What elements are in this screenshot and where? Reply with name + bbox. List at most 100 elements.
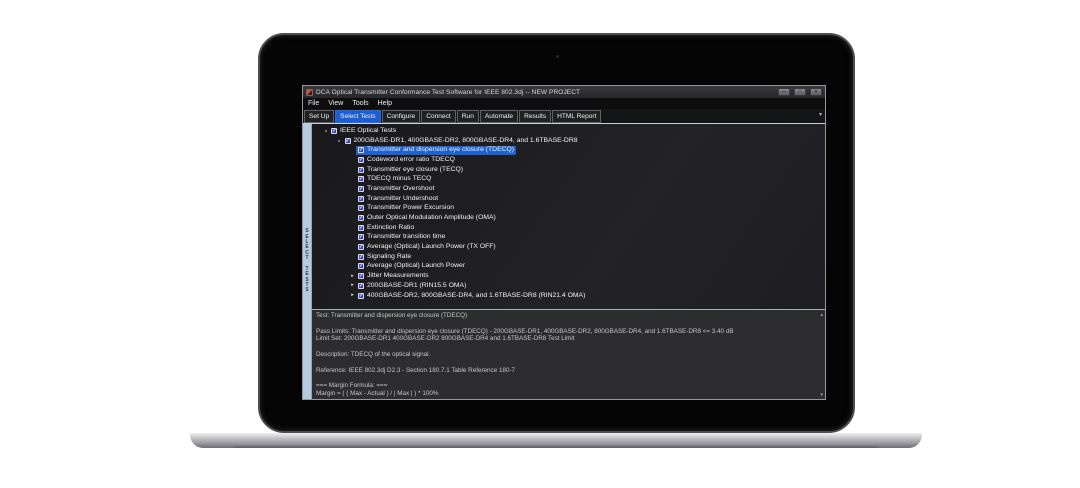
menu-item-file[interactable]: File	[308, 99, 319, 109]
tree-row[interactable]: ▸ ✓400GBASE-DR2, 800GBASE-DR4, and 1.6TBA…	[349, 291, 825, 301]
tree-row[interactable]: ✓TDECQ minus TECQ	[349, 174, 825, 184]
checkbox-checked-icon[interactable]: ✓	[358, 176, 364, 182]
checkbox-checked-icon[interactable]: ✓	[345, 138, 351, 144]
tree-row-highlight: ✓Signaling Rate	[356, 252, 413, 261]
checkbox-checked-icon[interactable]: ✓	[358, 234, 364, 240]
tree-row-highlight: ✓200GBASE-DR1 (RIN15.5 OMA)	[356, 282, 468, 291]
close-button[interactable]: ✕	[810, 88, 822, 96]
tree-row-label: Transmitter eye closure (TECQ)	[367, 166, 463, 174]
tree-row-highlight: ✓IEEE Optical Tests	[329, 127, 398, 136]
tab-results[interactable]: Results	[519, 110, 551, 123]
tree-row[interactable]: ✓Extinction Ratio	[349, 223, 825, 233]
tree-row-label: Codeword error ratio TDECQ	[367, 156, 455, 164]
tab-bar: Set UpSelect TestsConfigureConnectRunAut…	[303, 109, 825, 123]
tree-row-label: Average (Optical) Launch Power (TX OFF)	[367, 243, 496, 251]
tree-row[interactable]: ✓Average (Optical) Launch Power (TX OFF)	[349, 242, 825, 252]
tree-row[interactable]: ✓Average (Optical) Launch Power	[349, 262, 825, 272]
tree-row[interactable]: ▸✓200GBASE-DR1 (RIN15.5 OMA)	[349, 281, 825, 291]
checkbox-checked-icon[interactable]: ✓	[358, 215, 364, 221]
tree-row-highlight: ✓TDECQ minus TECQ	[356, 175, 433, 184]
expander-dot-icon[interactable]	[322, 130, 329, 132]
app-icon	[306, 89, 313, 96]
tree-row-label: Signaling Rate	[367, 253, 411, 261]
description-line: === Margin Formula: ===	[316, 382, 815, 390]
menu-bar: File View Tools Help	[303, 98, 825, 109]
tree-row[interactable]: ✓Transmitter Power Excursion	[349, 204, 825, 214]
expander-arrow-icon: ▸	[351, 293, 354, 298]
page: DCA Optical Transmitter Conformance Test…	[0, 0, 1080, 488]
description-line	[316, 359, 815, 367]
tab-automate[interactable]: Automate	[480, 110, 518, 123]
tree-row-label: 200GBASE-DR1 (RIN15.5 OMA)	[367, 282, 466, 290]
expander-dot-icon	[338, 140, 340, 142]
tree-row-highlight: ✓Extinction Ratio	[356, 223, 416, 232]
expander-arrow-icon[interactable]: ▸	[349, 293, 356, 298]
tree-row[interactable]: ✓Transmitter transition time	[349, 233, 825, 243]
test-tree: ✓IEEE Optical Tests✓200GBASE-DR1, 400GBA…	[312, 124, 825, 309]
tree-row-highlight: ✓Average (Optical) Launch Power	[356, 262, 467, 271]
menu-item-tools[interactable]: Tools	[352, 99, 368, 109]
expander-dot-icon[interactable]	[336, 140, 343, 142]
checkbox-checked-icon[interactable]: ✓	[358, 157, 364, 163]
tab-run[interactable]: Run	[457, 110, 479, 123]
expander-arrow-icon[interactable]: ▸	[349, 283, 356, 288]
tree-row[interactable]: ✓Transmitter and dispersion eye closure …	[349, 145, 825, 155]
expander-arrow-icon: ▸	[351, 283, 354, 288]
minimize-button[interactable]: —	[778, 88, 790, 96]
tab-configure[interactable]: Configure	[382, 110, 421, 123]
tree-row-highlight: ✓Transmitter eye closure (TECQ)	[356, 165, 465, 174]
tab-connect[interactable]: Connect	[421, 110, 456, 123]
menu-item-view[interactable]: View	[328, 99, 343, 109]
menu-item-help[interactable]: Help	[378, 99, 392, 109]
tree-row-label: Jitter Measurements	[367, 272, 429, 280]
checkbox-checked-icon[interactable]: ✓	[358, 196, 364, 202]
description-panel: ▲ ▼ Test: Transmitter and dispersion eye…	[303, 309, 825, 399]
tree-row-highlight: ✓200GBASE-DR1, 400GBASE-DR2, 800GBASE-DR…	[343, 136, 580, 145]
checkbox-checked-icon[interactable]: ✓	[358, 186, 364, 192]
checkbox-checked-icon[interactable]: ✓	[331, 128, 337, 134]
select-tests-side-tab[interactable]: SELECTTESTS	[303, 124, 312, 399]
checkbox-checked-icon[interactable]: ✓	[358, 273, 364, 279]
checkbox-checked-icon[interactable]: ✓	[358, 225, 364, 231]
tree-row-label: 400GBASE-DR2, 800GBASE-DR4, and 1.6TBASE…	[367, 292, 585, 300]
checkbox-checked-icon[interactable]: ✓	[358, 263, 364, 269]
tree-row[interactable]: ✓Transmitter Overshoot	[349, 184, 825, 194]
tree-row[interactable]: ▸✓Jitter Measurements	[349, 271, 825, 281]
window-title: DCA Optical Transmitter Conformance Test…	[316, 89, 774, 96]
description-line: Description: TDECQ of the optical signal…	[316, 351, 815, 359]
checkbox-checked-icon[interactable]: ✓	[358, 167, 364, 173]
tab-select-tests[interactable]: Select Tests	[335, 110, 380, 123]
description-line: Reference: IEEE 802.3dj D2.3 - Section 1…	[316, 367, 815, 375]
tree-row-highlight: ✓Transmitter Undershoot	[356, 194, 440, 203]
tree-row[interactable]: ✓Outer Optical Modulation Amplitude (OMA…	[349, 213, 825, 223]
tree-row-highlight: ✓Transmitter transition time	[356, 233, 447, 242]
scroll-down-icon[interactable]: ▼	[820, 392, 824, 397]
tab-set-up[interactable]: Set Up	[304, 110, 334, 123]
checkbox-checked-icon[interactable]: ✓	[358, 147, 364, 153]
scroll-up-icon[interactable]: ▲	[820, 312, 824, 317]
tree-row-label: TDECQ minus TECQ	[367, 175, 431, 183]
tree-row-label: Transmitter Power Excursion	[367, 204, 454, 212]
checkbox-checked-icon[interactable]: ✓	[358, 244, 364, 250]
checkbox-checked-icon[interactable]: ✓	[358, 254, 364, 260]
tree-row[interactable]: ✓200GBASE-DR1, 400GBASE-DR2, 800GBASE-DR…	[336, 136, 826, 146]
checkbox-checked-icon[interactable]: ✓	[358, 293, 364, 299]
tree-row[interactable]: ✓Signaling Rate	[349, 252, 825, 262]
app-window: DCA Optical Transmitter Conformance Test…	[302, 85, 826, 400]
tree-row[interactable]: ✓Codeword error ratio TDECQ	[349, 155, 825, 165]
tab-html-report[interactable]: HTML Report	[552, 110, 601, 123]
checkbox-checked-icon[interactable]: ✓	[358, 283, 364, 289]
maximize-button[interactable]: □	[794, 88, 806, 96]
side-tab-letter: S	[305, 288, 308, 293]
tab-overflow-caret-icon[interactable]: ▾	[819, 112, 822, 118]
side-tab-letter: T	[305, 256, 308, 261]
checkbox-checked-icon[interactable]: ✓	[358, 205, 364, 211]
tree-row[interactable]: ✓Transmitter Undershoot	[349, 194, 825, 204]
expander-arrow-icon[interactable]: ▸	[349, 274, 356, 279]
description-line	[316, 320, 815, 328]
tree-row-label: Transmitter transition time	[367, 233, 445, 241]
title-bar: DCA Optical Transmitter Conformance Test…	[303, 86, 825, 98]
description-line: Pass Limits: Transmitter and dispersion …	[316, 328, 815, 336]
tree-row[interactable]: ✓IEEE Optical Tests	[322, 126, 825, 136]
tree-row[interactable]: ✓Transmitter eye closure (TECQ)	[349, 165, 825, 175]
